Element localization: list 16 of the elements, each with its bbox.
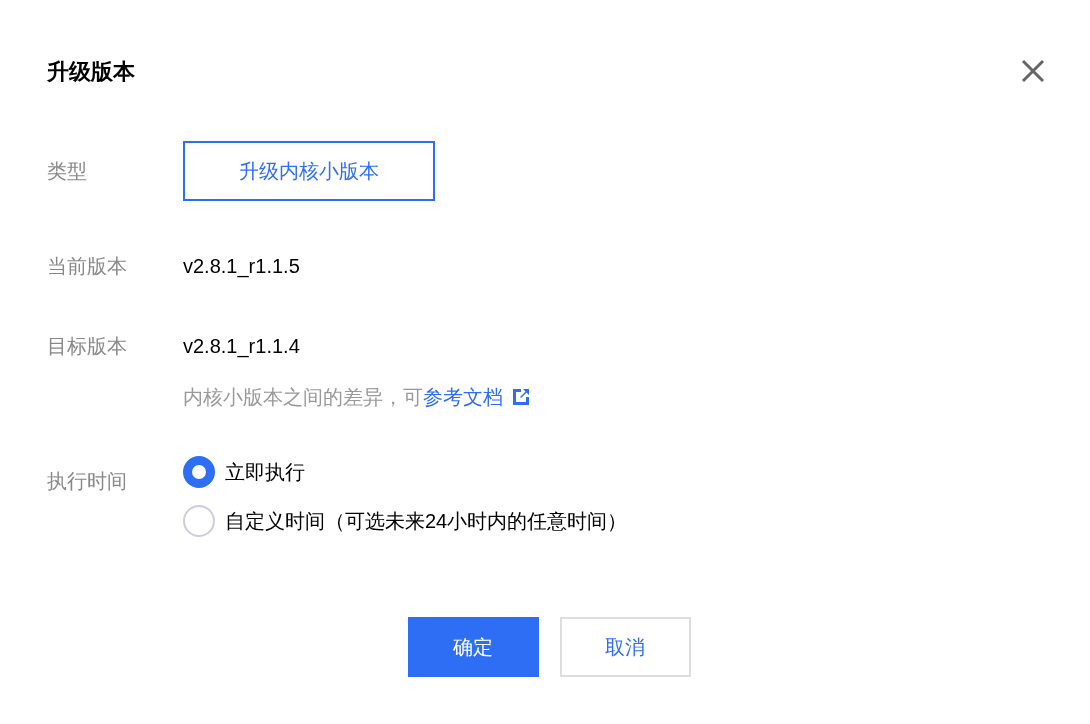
field-label: 执行时间: [47, 469, 128, 494]
close-icon[interactable]: [1020, 58, 1046, 84]
version-value: v2.8.1_r1.1.4: [183, 335, 300, 357]
type-option[interactable]: 升级内核小版本: [183, 141, 435, 201]
cancel-button[interactable]: 取消: [559, 617, 691, 677]
docs-link[interactable]: 参考文档: [423, 386, 531, 408]
confirm-button[interactable]: 确定: [407, 617, 539, 677]
field-label: 类型: [47, 159, 88, 184]
hint-text: 内核小版本之间的差异，可参考文档: [183, 382, 531, 412]
field-label: 当前版本: [47, 254, 128, 279]
version-value: v2.8.1_r1.1.5: [183, 254, 300, 280]
radio-option[interactable]: 立即执行: [183, 456, 628, 488]
external-link-icon: [511, 387, 531, 407]
field-label: 目标版本: [47, 334, 128, 359]
dialog-title: 升级版本: [47, 58, 135, 86]
radio-option[interactable]: 自定义时间（可选未来24小时内的任意时间）: [183, 505, 628, 537]
